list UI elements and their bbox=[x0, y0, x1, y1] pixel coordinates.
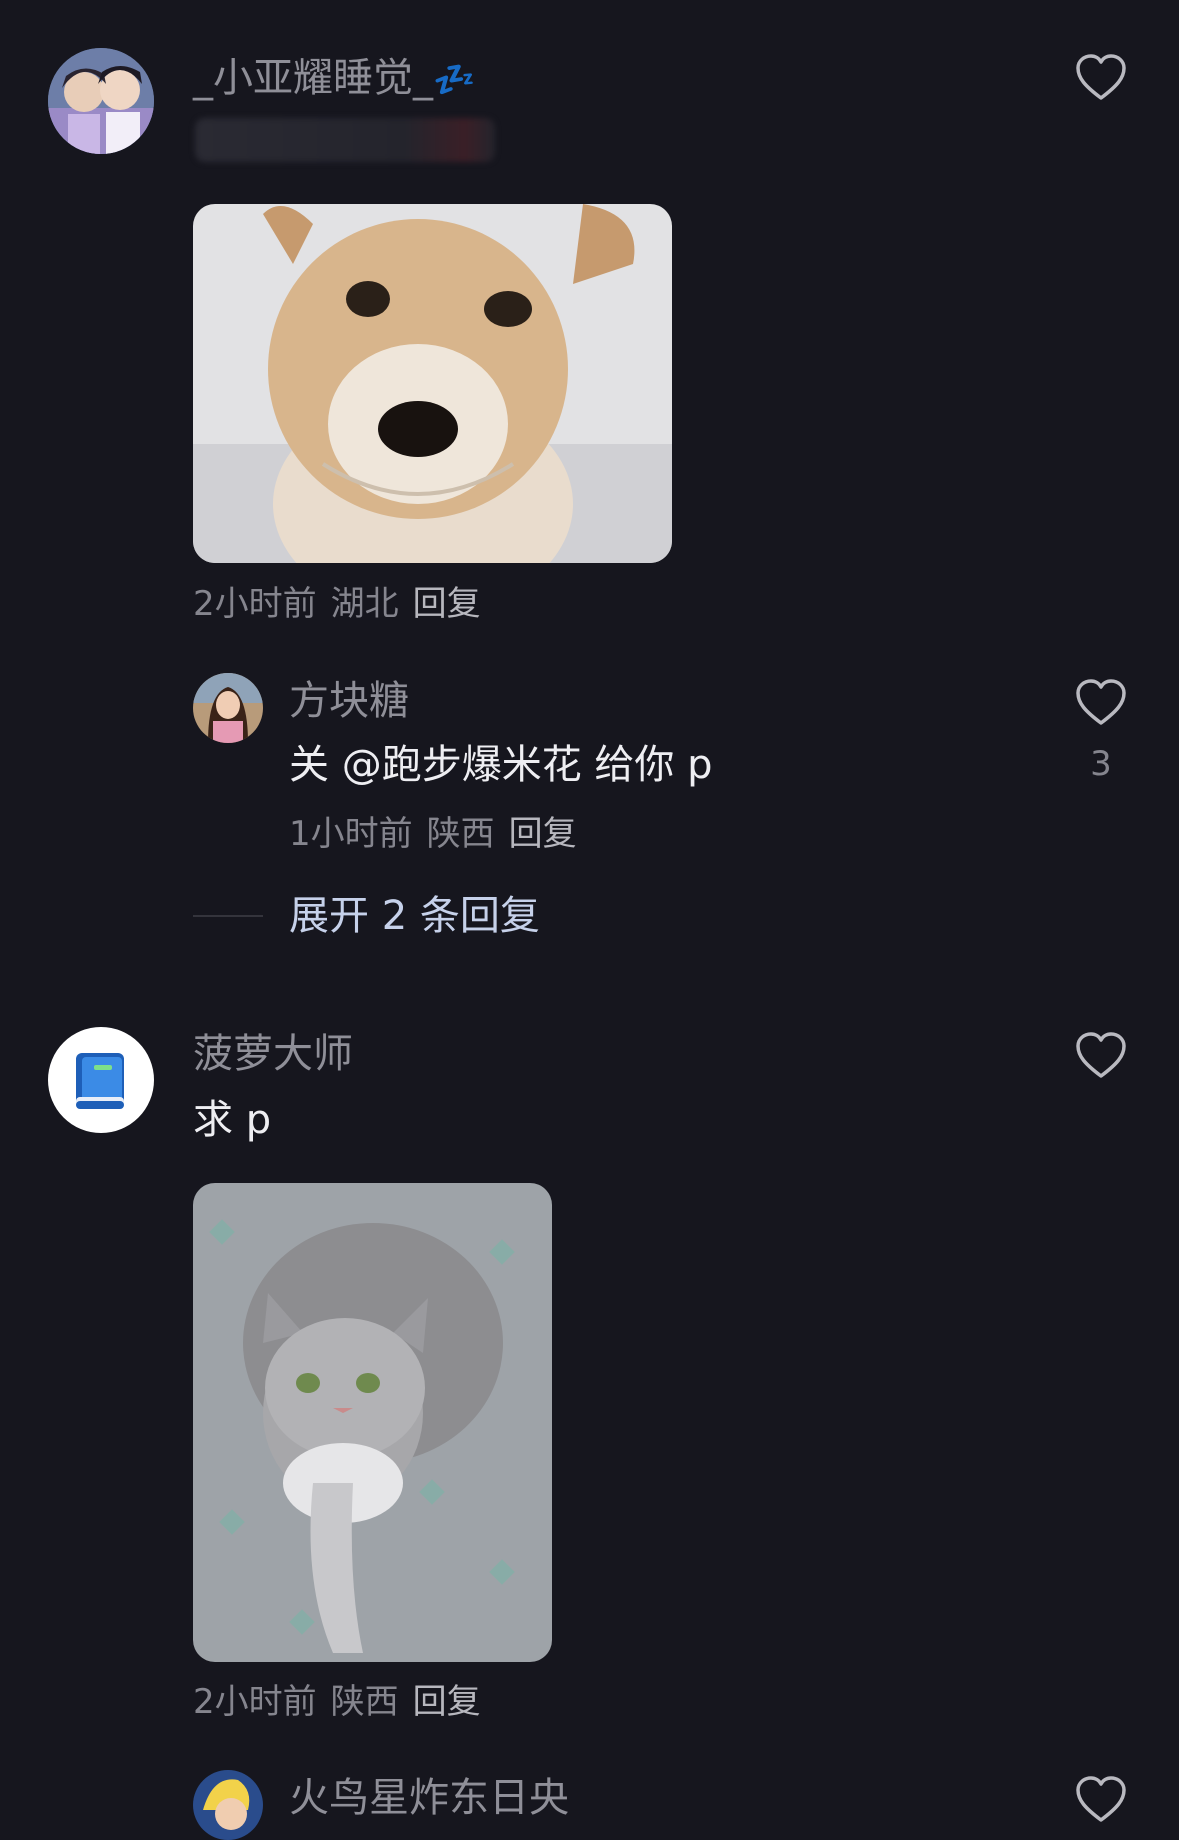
reply-button[interactable]: 回复 bbox=[413, 584, 481, 624]
avatar[interactable] bbox=[193, 1770, 263, 1840]
avatar[interactable] bbox=[193, 673, 263, 743]
comment-time: 2小时前 bbox=[193, 584, 317, 624]
avatar[interactable] bbox=[48, 1027, 154, 1133]
comment-time: 2小时前 bbox=[193, 1682, 317, 1722]
heart-icon[interactable] bbox=[1075, 54, 1127, 102]
comment-image-puppy[interactable] bbox=[193, 204, 672, 563]
comment-username[interactable]: 菠萝大师 bbox=[193, 1030, 353, 1078]
comment-meta: 2小时前 陕西 回复 bbox=[193, 1682, 495, 1722]
heart-icon[interactable] bbox=[1075, 1032, 1127, 1080]
comment-meta: 2小时前 湖北 回复 bbox=[193, 584, 495, 624]
comment-location: 陕西 bbox=[330, 1682, 399, 1722]
expand-replies-label[interactable]: 展开 2 条回复 bbox=[289, 892, 540, 940]
comment-location: 湖北 bbox=[330, 584, 399, 624]
reply-time: 1小时前 bbox=[289, 814, 413, 854]
expand-divider bbox=[193, 915, 263, 917]
reply-text: 关 @跑步爆米花 给你 p bbox=[289, 742, 713, 788]
comment-image-cat[interactable] bbox=[193, 1183, 552, 1662]
reply-button[interactable]: 回复 bbox=[413, 1682, 481, 1722]
reply-username[interactable]: 火鸟星炸东日央 bbox=[289, 1774, 569, 1822]
comment-text: 求 p bbox=[193, 1097, 272, 1143]
reply-meta: 1小时前 陕西 回复 bbox=[289, 814, 591, 854]
username-text: _小亚耀睡觉_ bbox=[193, 55, 433, 101]
reply-location: 陕西 bbox=[426, 814, 495, 854]
avatar[interactable] bbox=[48, 48, 154, 154]
like-count: 3 bbox=[1090, 744, 1112, 784]
blurred-comment-text bbox=[195, 118, 495, 162]
reply-username[interactable]: 方块糖 bbox=[289, 677, 409, 725]
blue-book-icon bbox=[76, 1053, 124, 1109]
sleep-emoji-icon: 💤 bbox=[433, 60, 476, 100]
reply-button[interactable]: 回复 bbox=[509, 814, 577, 854]
comment-username[interactable]: _小亚耀睡觉_💤 bbox=[193, 54, 475, 104]
heart-icon[interactable] bbox=[1075, 1776, 1127, 1824]
heart-icon[interactable] bbox=[1075, 679, 1127, 727]
